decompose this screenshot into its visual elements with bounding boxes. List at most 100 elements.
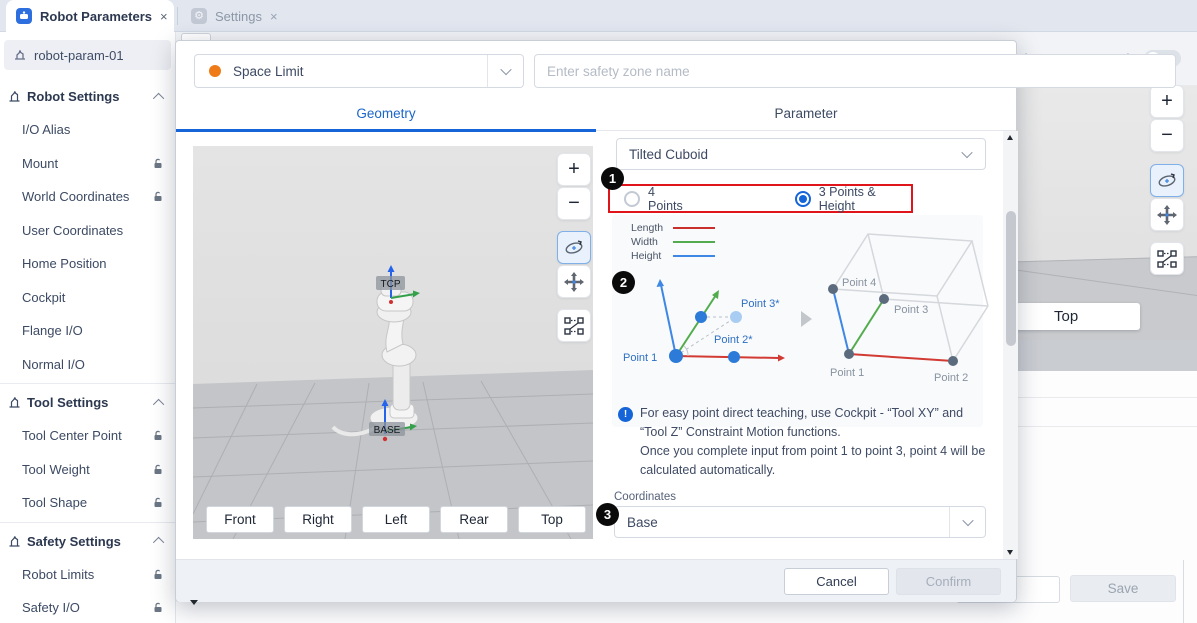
chevron-down-icon [949, 139, 985, 169]
robot-arm-icon [8, 535, 21, 548]
sidebar-item-mount[interactable]: Mount [0, 147, 176, 181]
view-label: Right [302, 512, 334, 527]
bg-zoom-in-button[interactable]: + [1150, 85, 1184, 118]
sidebar-item-home-position[interactable]: Home Position [0, 247, 176, 281]
bg-measure-button[interactable] [1150, 242, 1184, 275]
viewport-pan-button[interactable] [557, 265, 591, 298]
sidebar-item-normal-io[interactable]: Normal I/O [0, 348, 176, 382]
coordinates-label: Coordinates [614, 491, 676, 503]
view-right-button[interactable]: Right [284, 506, 352, 533]
point1-label: Point 1 [830, 367, 864, 379]
sidebar-item-world-coordinates[interactable]: World Coordinates [0, 180, 176, 214]
section-header-safety-settings[interactable]: Safety Settings [0, 525, 176, 558]
base-label: BASE [374, 425, 401, 436]
view-label: Front [224, 512, 256, 527]
info-glyph: ! [624, 409, 627, 420]
close-icon[interactable]: × [160, 9, 168, 24]
sidebar-item-io-alias[interactable]: I/O Alias [0, 113, 176, 147]
robot-3d-viewport[interactable]: TCP BASE [193, 146, 593, 539]
measure-distance-icon [1156, 249, 1178, 269]
lock-icon [153, 569, 164, 580]
sidebar-item-cockpit[interactable]: Cockpit [0, 281, 176, 315]
section-header-robot-settings[interactable]: Robot Settings [0, 80, 176, 113]
zone-name-input[interactable] [534, 54, 1176, 88]
chevron-up-icon[interactable] [153, 92, 164, 103]
bg-orbit-button[interactable] [1150, 164, 1184, 197]
lock-icon [153, 430, 164, 441]
item-label: Tool Center Point [22, 428, 122, 443]
view-top-button[interactable]: Top [518, 506, 586, 533]
zone-type-value: Space Limit [221, 64, 487, 79]
cancel-label: Cancel [816, 574, 856, 589]
viewport-measure-button[interactable] [557, 309, 591, 342]
bg-pan-button[interactable] [1150, 198, 1184, 231]
chevron-up-icon[interactable] [153, 398, 164, 409]
sidebar-item-user-coordinates[interactable]: User Coordinates [0, 214, 176, 248]
info-line-1: For easy point direct teaching, use Cock… [640, 404, 992, 442]
cancel-button[interactable]: Cancel [784, 568, 889, 595]
confirm-button: Confirm [896, 568, 1001, 595]
scrollbar-thumb[interactable] [1006, 211, 1016, 346]
view-left-button[interactable]: Left [362, 506, 430, 533]
chevron-up-icon[interactable] [153, 537, 164, 548]
view-label: Rear [459, 512, 488, 527]
lock-icon [153, 191, 164, 202]
sidebar-item-safety-io[interactable]: Safety I/O [0, 591, 176, 623]
point2-label: Point 2 [934, 372, 968, 384]
radio-3-points-height[interactable]: 3 Points & Height [795, 185, 911, 213]
sidebar-item-flange-io[interactable]: Flange I/O [0, 314, 176, 348]
sidebar-nav: Robot Settings I/O Alias Mount World Coo… [0, 78, 176, 623]
project-selector[interactable]: robot-param-01 [4, 40, 171, 70]
view-rear-button[interactable]: Rear [440, 506, 508, 533]
coordinates-select[interactable]: Base [614, 506, 986, 538]
robot-scene: TCP BASE [193, 146, 593, 539]
shape-type-select[interactable]: Tilted Cuboid [616, 138, 986, 170]
zone-type-select[interactable]: Space Limit [194, 54, 524, 88]
bg-zoom-out-button[interactable]: − [1150, 119, 1184, 152]
robot-project-icon [13, 48, 27, 62]
viewport-zoom-out-button[interactable]: − [557, 187, 591, 220]
point4-label: Point 4 [842, 277, 876, 289]
tab-parameter[interactable]: Parameter [596, 96, 1016, 130]
item-label: I/O Alias [22, 122, 70, 137]
point-mode-group-highlight: 4 Points 3 Points & Height [608, 184, 913, 213]
scroll-up-arrow-icon[interactable] [1007, 135, 1013, 140]
callout-marker-2: 2 [612, 271, 635, 294]
scroll-down-arrow-icon[interactable] [190, 600, 198, 605]
orbit-icon [563, 238, 585, 258]
sidebar-item-tool-shape[interactable]: Tool Shape [0, 486, 176, 520]
modal-tabs: Geometry Parameter [176, 96, 1016, 131]
section-header-tool-settings[interactable]: Tool Settings [0, 386, 176, 419]
sidebar-item-tool-center-point[interactable]: Tool Center Point [0, 419, 176, 453]
item-label: Normal I/O [22, 357, 85, 372]
bg-top-view-button[interactable]: Top [1016, 303, 1140, 330]
chevron-down-icon [487, 55, 523, 87]
item-label: Robot Limits [22, 567, 94, 582]
point3-label: Point 3 [894, 304, 928, 316]
view-front-button[interactable]: Front [206, 506, 274, 533]
measure-distance-icon [563, 316, 585, 336]
tab-settings[interactable]: ⚙ Settings × [181, 0, 287, 32]
axis-legend: Length Width Height [631, 221, 715, 263]
zone-type-color-dot [209, 65, 221, 77]
radio-selected-icon [795, 191, 811, 207]
viewport-zoom-in-button[interactable]: + [557, 153, 591, 186]
radio-4-points[interactable]: 4 Points [624, 185, 691, 213]
lock-icon [153, 602, 164, 613]
minus-icon: − [1161, 124, 1173, 147]
scroll-down-arrow-icon[interactable] [1007, 550, 1013, 555]
modal-scrollbar[interactable] [1003, 131, 1018, 559]
legend-height-line [673, 255, 715, 257]
legend-length-line [673, 227, 715, 229]
save-button[interactable]: Save [1070, 575, 1176, 602]
sidebar-item-tool-weight[interactable]: Tool Weight [0, 453, 176, 487]
tab-geometry[interactable]: Geometry [176, 96, 596, 130]
marker-number: 3 [604, 507, 611, 522]
project-name: robot-param-01 [34, 48, 124, 63]
sidebar-item-robot-limits[interactable]: Robot Limits [0, 558, 176, 592]
tab-robot-parameters[interactable]: Robot Parameters × [6, 0, 174, 32]
section-tool-settings: Tool Settings Tool Center Point Tool Wei… [0, 383, 176, 522]
close-icon[interactable]: × [270, 9, 278, 24]
confirm-label: Confirm [926, 574, 972, 589]
viewport-orbit-button[interactable] [557, 231, 591, 264]
